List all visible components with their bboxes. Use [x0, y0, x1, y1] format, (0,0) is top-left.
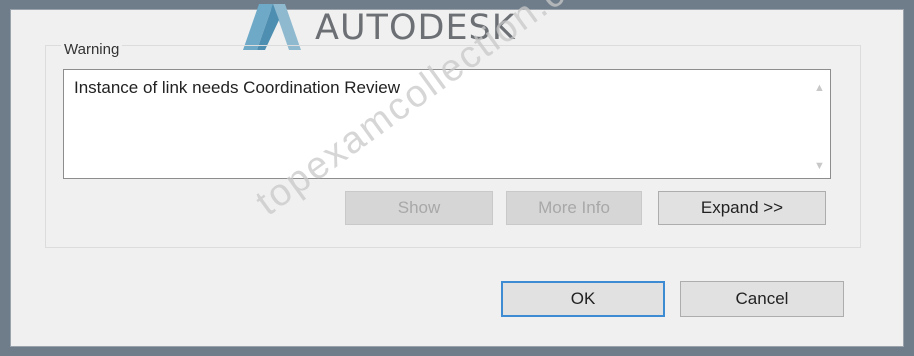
cancel-button[interactable]: Cancel	[680, 281, 844, 317]
scroll-up-icon[interactable]: ▲	[814, 82, 825, 94]
warning-dialog: AUTODESK Warning Instance of link needs …	[10, 0, 904, 347]
ok-button[interactable]: OK	[501, 281, 665, 317]
message-scrollbar[interactable]: ▲ ▼	[810, 70, 830, 178]
more-info-button[interactable]: More Info	[506, 191, 642, 225]
scroll-down-icon[interactable]: ▼	[814, 160, 825, 172]
warning-message-box[interactable]: Instance of link needs Coordination Revi…	[63, 69, 831, 179]
brand-name: AUTODESK	[315, 8, 516, 48]
warning-group-label: Warning	[61, 41, 123, 58]
expand-button[interactable]: Expand >>	[658, 191, 826, 225]
show-button[interactable]: Show	[345, 191, 493, 225]
warning-message: Instance of link needs Coordination Revi…	[74, 78, 401, 97]
